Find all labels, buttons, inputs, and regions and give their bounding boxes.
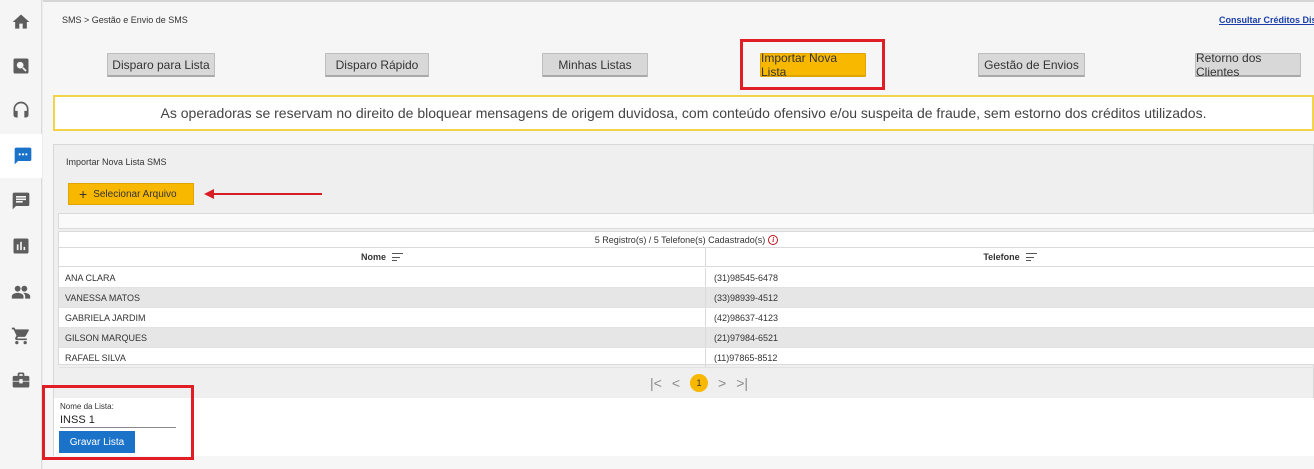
page-number-current[interactable]: 1	[690, 374, 708, 392]
list-name-form: Nome da Lista: Gravar Lista	[54, 398, 1314, 456]
list-name-label: Nome da Lista:	[60, 402, 114, 411]
last-page-icon[interactable]: >|	[736, 375, 748, 391]
import-panel: Importar Nova Lista SMS + Selecionar Arq…	[53, 144, 1314, 456]
sidebar-item-home[interactable]	[0, 0, 42, 44]
grid-summary: 5 Registro(s) / 5 Telefone(s) Cadastrado…	[59, 232, 1314, 247]
table-row[interactable]: GABRIELA JARDIM (42)98637-4123	[59, 308, 1314, 328]
sidebar	[0, 0, 42, 469]
grid-rows: ANA CLARA (31)98545-6478 VANESSA MATOS (…	[59, 268, 1314, 368]
grid-summary-text: 5 Registro(s) / 5 Telefone(s) Cadastrado…	[594, 234, 766, 245]
sidebar-item-sms[interactable]	[0, 134, 42, 178]
save-list-button[interactable]: Gravar Lista	[59, 431, 135, 453]
home-icon	[12, 14, 30, 29]
main-content: SMS > Gestão e Envio de SMS Consultar Cr…	[43, 0, 1314, 469]
briefcase-icon	[12, 372, 30, 388]
people-icon	[11, 285, 31, 299]
table-row[interactable]: RAFAEL SILVA (11)97865-8512	[59, 348, 1314, 368]
cell-nome: GABRIELA JARDIM	[59, 308, 706, 327]
sidebar-item-support[interactable]	[0, 88, 42, 132]
sidebar-item-tools[interactable]	[0, 358, 42, 402]
tab-importar-nova-lista[interactable]: Importar Nova Lista	[760, 51, 866, 79]
sort-icon[interactable]	[1025, 253, 1037, 261]
info-icon[interactable]: i	[768, 234, 779, 245]
table-row[interactable]: GILSON MARQUES (21)97984-6521	[59, 328, 1314, 348]
warning-text: As operadoras se reservam no direito de …	[160, 105, 1207, 121]
table-row[interactable]: ANA CLARA (31)98545-6478	[59, 268, 1314, 288]
table-row[interactable]: VANESSA MATOS (33)98939-4512	[59, 288, 1314, 308]
prev-page-icon[interactable]: <	[672, 375, 680, 391]
warning-banner: As operadoras se reservam no direito de …	[53, 95, 1314, 131]
message-icon	[12, 192, 30, 210]
column-header-telefone-label: Telefone	[983, 252, 1020, 262]
panel-title: Importar Nova Lista SMS	[66, 157, 167, 167]
select-file-button[interactable]: + Selecionar Arquivo	[68, 183, 194, 205]
grid-header: Nome Telefone	[59, 247, 1314, 267]
sidebar-item-store[interactable]	[0, 314, 42, 358]
column-header-nome-label: Nome	[360, 252, 386, 262]
tab-retorno-clientes[interactable]: Retorno dos Clientes	[1195, 51, 1301, 79]
column-header-telefone[interactable]: Telefone	[706, 248, 1314, 266]
pagination: |< < 1 > >|	[650, 373, 748, 393]
tab-gestao-envios[interactable]: Gestão de Envios	[978, 53, 1085, 77]
headset-icon	[13, 101, 29, 118]
file-name-bar	[58, 213, 1314, 229]
consult-credits-link[interactable]: Consultar Créditos Disp	[1219, 15, 1314, 25]
sidebar-item-contacts[interactable]	[0, 270, 42, 314]
cart-icon	[11, 327, 29, 345]
tab-disparo-rapido[interactable]: Disparo Rápido	[325, 53, 429, 77]
sidebar-item-search[interactable]	[0, 44, 42, 88]
contacts-grid: 5 Registro(s) / 5 Telefone(s) Cadastrado…	[58, 231, 1314, 368]
sidebar-item-reports[interactable]	[0, 224, 42, 268]
cell-telefone: (31)98545-6478	[713, 272, 779, 283]
breadcrumb: SMS > Gestão e Envio de SMS	[62, 15, 188, 25]
first-page-icon[interactable]: |<	[650, 375, 662, 391]
top-divider	[43, 0, 1314, 2]
sort-icon[interactable]	[391, 253, 403, 261]
column-header-nome[interactable]: Nome	[59, 248, 706, 266]
plus-icon: +	[79, 186, 88, 202]
tab-minhas-listas[interactable]: Minhas Listas	[542, 53, 648, 77]
cell-nome: VANESSA MATOS	[59, 288, 706, 307]
cell-nome: ANA CLARA	[59, 268, 706, 287]
list-name-input[interactable]	[60, 412, 176, 428]
select-file-label: Selecionar Arquivo	[93, 188, 177, 200]
sms-icon	[14, 147, 31, 165]
chart-icon	[13, 238, 29, 254]
cell-telefone: (11)97865-8512	[713, 352, 778, 363]
sidebar-item-messages[interactable]	[0, 179, 42, 223]
cell-telefone: (33)98939-4512	[713, 292, 779, 303]
next-page-icon[interactable]: >	[718, 375, 726, 391]
cell-nome: RAFAEL SILVA	[59, 348, 706, 367]
red-arrow-annotation	[204, 189, 322, 199]
search-icon	[13, 58, 29, 74]
cell-telefone: (42)98637-4123	[713, 312, 779, 323]
cell-nome: GILSON MARQUES	[59, 328, 706, 347]
cell-telefone: (21)97984-6521	[713, 332, 779, 343]
tab-disparo-lista[interactable]: Disparo para Lista	[107, 53, 215, 77]
